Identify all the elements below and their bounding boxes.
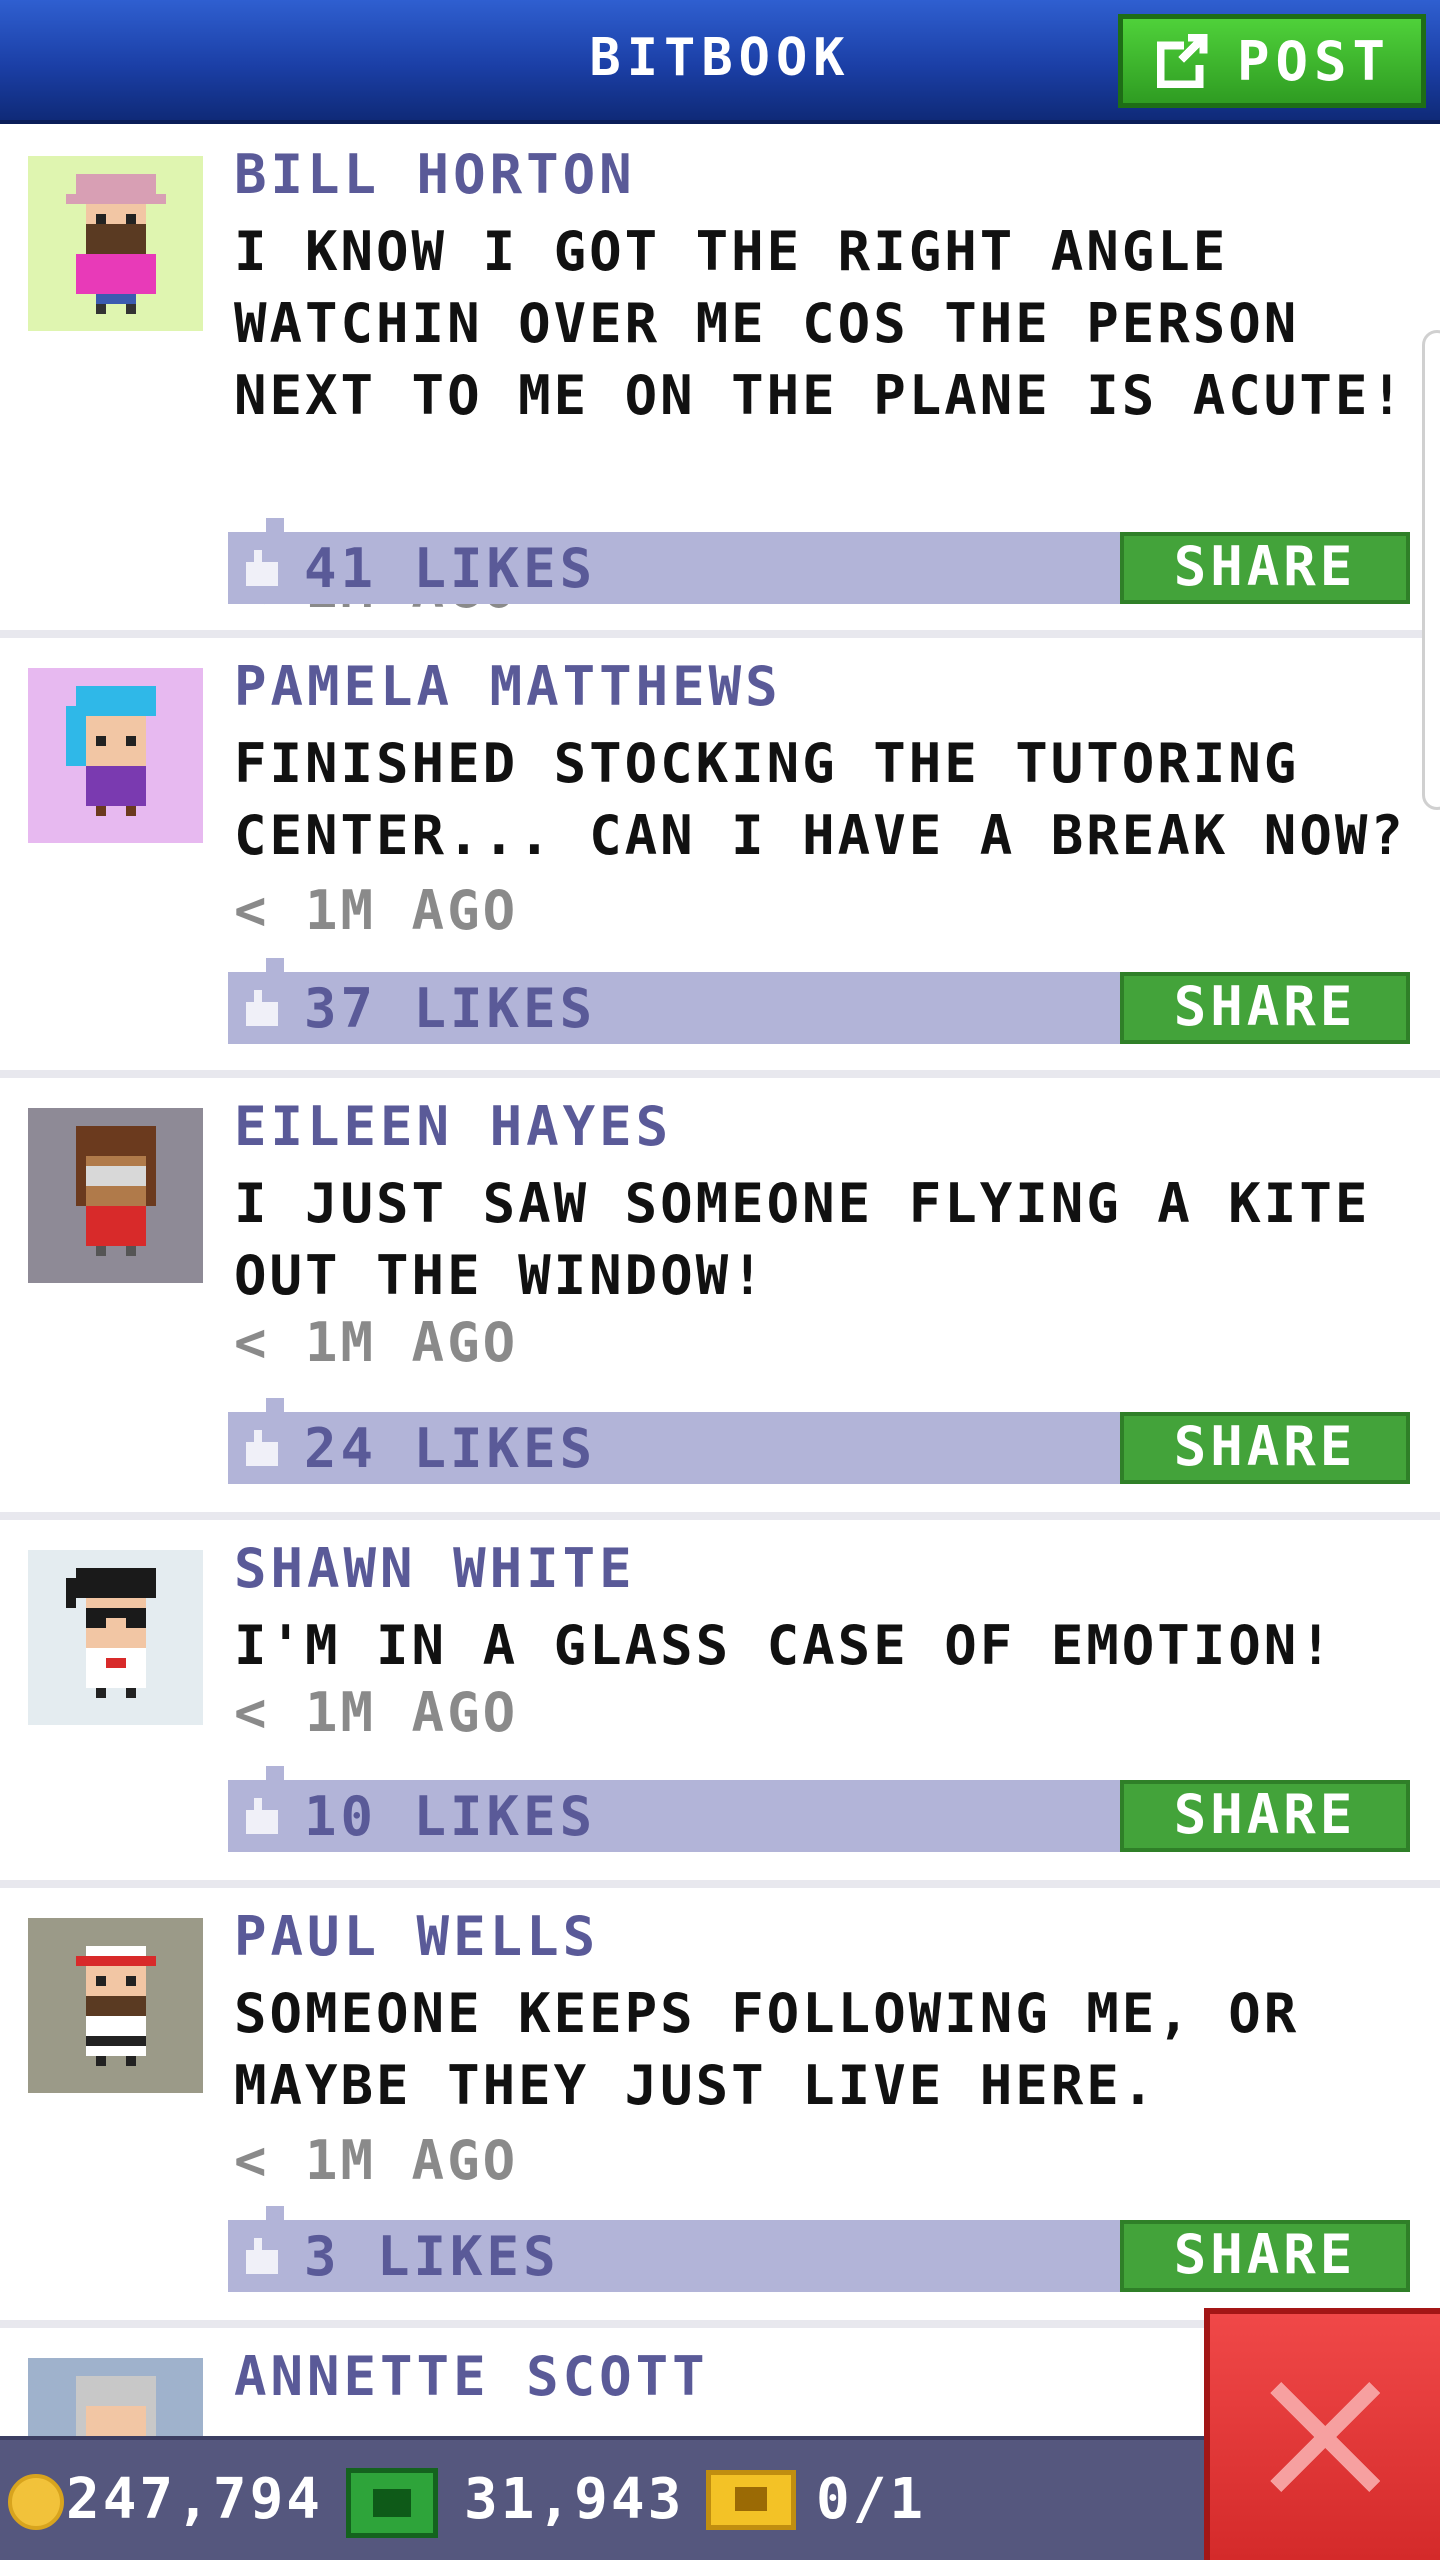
post-author[interactable]: PAMELA MATTHEWS — [234, 656, 782, 718]
likes-bar[interactable]: 37 LIKES SHARE — [228, 958, 1410, 1044]
post-text: I KNOW I GOT THE RIGHT ANGLE WATCHIN OVE… — [234, 220, 1406, 427]
ticket-icon — [706, 2470, 796, 2530]
likes-count: 41 LIKES — [304, 537, 597, 600]
post-author[interactable]: BILL HORTON — [234, 144, 636, 206]
avatar[interactable] — [28, 2358, 203, 2436]
likes-count: 37 LIKES — [304, 977, 597, 1040]
coin-icon — [8, 2474, 64, 2530]
post-author[interactable]: ANNETTE SCOTT — [234, 2346, 709, 2408]
avatar[interactable] — [28, 668, 203, 843]
likes-bar[interactable]: 10 LIKES SHARE — [228, 1766, 1410, 1852]
avatar[interactable] — [28, 1108, 203, 1283]
post-text: I'M IN A GLASS CASE OF EMOTION! — [234, 1614, 1335, 1677]
like-icon — [246, 1430, 278, 1466]
post-time: < 1M AGO — [234, 1311, 519, 1374]
likes-count: 3 LIKES — [304, 2225, 560, 2288]
share-button[interactable]: SHARE — [1120, 2220, 1410, 2292]
post-author[interactable]: EILEEN HAYES — [234, 1096, 672, 1158]
post-time: < 1M AGO — [234, 879, 519, 942]
like-icon — [246, 550, 278, 586]
share-button[interactable]: SHARE — [1120, 532, 1410, 604]
post-author[interactable]: SHAWN WHITE — [234, 1538, 636, 1600]
post-button[interactable]: POST — [1118, 14, 1426, 108]
coins-count: 247,794 — [66, 2467, 324, 2532]
like-icon — [246, 990, 278, 1026]
avatar[interactable] — [28, 1550, 203, 1725]
avatar[interactable] — [28, 156, 203, 331]
likes-count: 10 LIKES — [304, 1785, 597, 1848]
share-button[interactable]: SHARE — [1120, 1412, 1410, 1484]
likes-bar[interactable]: 24 LIKES SHARE — [228, 1398, 1410, 1484]
post-text: I JUST SAW SOMEONE FLYING A KITE OUT THE… — [234, 1172, 1371, 1307]
post-text: FINISHED STOCKING THE TUTORING CENTER...… — [234, 732, 1406, 867]
likes-count: 24 LIKES — [304, 1417, 597, 1480]
close-icon — [1270, 2382, 1380, 2492]
edit-icon — [1156, 33, 1208, 89]
share-button[interactable]: SHARE — [1120, 1780, 1410, 1852]
close-button[interactable] — [1204, 2308, 1440, 2560]
feed[interactable]: BILL HORTON I KNOW I GOT THE RIGHT ANGLE… — [0, 128, 1440, 2436]
likes-bar[interactable]: 41 LIKES SHARE — [228, 518, 1410, 604]
like-icon — [246, 1798, 278, 1834]
share-button[interactable]: SHARE — [1120, 972, 1410, 1044]
post-time: < 1M AGO — [234, 1681, 519, 1744]
likes-bar[interactable]: 3 LIKES SHARE — [228, 2206, 1410, 2292]
avatar[interactable] — [28, 1918, 203, 2093]
app-header: BITBOOK POST — [0, 0, 1440, 124]
scrollbar[interactable] — [1422, 330, 1440, 810]
post-text: SOMEONE KEEPS FOLLOWING ME, OR MAYBE THE… — [234, 1982, 1300, 2117]
post-button-label: POST — [1236, 29, 1392, 93]
like-icon — [246, 2238, 278, 2274]
bux-count: 31,943 — [464, 2467, 685, 2532]
tickets-count: 0/1 — [816, 2467, 927, 2532]
cash-icon — [346, 2468, 438, 2538]
post-time: < 1M AGO — [234, 2129, 519, 2192]
post-author[interactable]: PAUL WELLS — [234, 1906, 599, 1968]
